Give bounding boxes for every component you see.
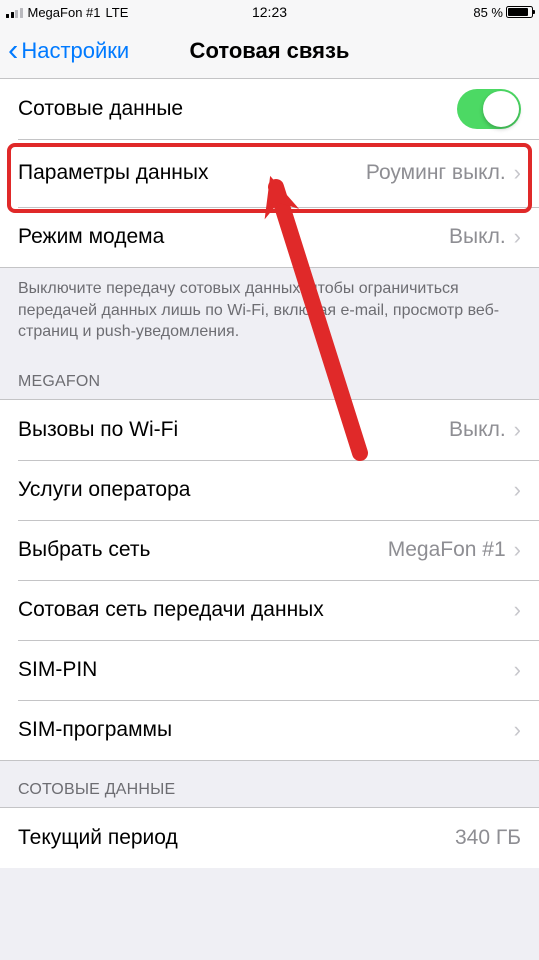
network-type: LTE xyxy=(106,5,129,20)
section-carrier: Вызовы по Wi-Fi Выкл. › Услуги оператора… xyxy=(0,399,539,761)
status-time: 12:23 xyxy=(252,4,287,20)
battery-icon xyxy=(506,6,533,18)
signal-bars-icon xyxy=(6,6,23,18)
hotspot-value: Выкл. xyxy=(449,225,506,249)
chevron-right-icon: › xyxy=(514,597,521,623)
battery-percentage: 85 % xyxy=(473,5,503,20)
chevron-right-icon: › xyxy=(514,224,521,250)
section-header-carrier: MEGAFON xyxy=(0,353,539,399)
sim-apps-label: SIM-программы xyxy=(18,718,172,742)
cellular-data-network-label: Сотовая сеть передачи данных xyxy=(18,598,324,622)
row-data-options[interactable]: Параметры данных Роуминг выкл. › xyxy=(0,139,539,207)
section-usage: Текущий период 340 ГБ xyxy=(0,807,539,868)
section-description: Выключите передачу сотовых данных, чтобы… xyxy=(0,268,539,353)
chevron-right-icon: › xyxy=(514,417,521,443)
network-select-value: MegaFon #1 xyxy=(388,538,506,562)
status-left: MegaFon #1 LTE xyxy=(6,5,128,20)
cellular-data-label: Сотовые данные xyxy=(18,97,183,121)
page-title: Сотовая связь xyxy=(190,38,350,64)
hotspot-label: Режим модема xyxy=(18,225,164,249)
data-options-label: Параметры данных xyxy=(18,161,209,185)
row-wifi-calling[interactable]: Вызовы по Wi-Fi Выкл. › xyxy=(0,400,539,460)
section-cellular: Сотовые данные Параметры данных Роуминг … xyxy=(0,79,539,268)
status-bar: MegaFon #1 LTE 12:23 85 % xyxy=(0,0,539,24)
cellular-data-toggle[interactable] xyxy=(457,89,521,129)
status-right: 85 % xyxy=(473,5,533,20)
carrier-name: MegaFon #1 xyxy=(28,5,101,20)
row-sim-pin[interactable]: SIM-PIN › xyxy=(0,640,539,700)
data-options-value: Роуминг выкл. xyxy=(366,161,506,185)
row-cellular-data-network[interactable]: Сотовая сеть передачи данных › xyxy=(0,580,539,640)
section-header-usage: СОТОВЫЕ ДАННЫЕ xyxy=(0,761,539,807)
back-label: Настройки xyxy=(21,38,129,64)
chevron-right-icon: › xyxy=(514,477,521,503)
chevron-right-icon: › xyxy=(514,717,521,743)
wifi-calling-label: Вызовы по Wi-Fi xyxy=(18,418,178,442)
row-personal-hotspot[interactable]: Режим модема Выкл. › xyxy=(0,207,539,267)
current-period-label: Текущий период xyxy=(18,826,178,850)
network-select-label: Выбрать сеть xyxy=(18,538,150,562)
row-sim-applications[interactable]: SIM-программы › xyxy=(0,700,539,760)
chevron-right-icon: › xyxy=(514,657,521,683)
row-network-selection[interactable]: Выбрать сеть MegaFon #1 › xyxy=(0,520,539,580)
back-button[interactable]: ‹ Настройки xyxy=(8,37,129,65)
chevron-right-icon: › xyxy=(514,537,521,563)
chevron-right-icon: › xyxy=(514,160,521,186)
sim-pin-label: SIM-PIN xyxy=(18,658,97,682)
carrier-services-label: Услуги оператора xyxy=(18,478,190,502)
nav-bar: ‹ Настройки Сотовая связь xyxy=(0,24,539,79)
row-carrier-services[interactable]: Услуги оператора › xyxy=(0,460,539,520)
current-period-value: 340 ГБ xyxy=(455,826,521,850)
row-cellular-data[interactable]: Сотовые данные xyxy=(0,79,539,139)
wifi-calling-value: Выкл. xyxy=(449,418,506,442)
row-current-period: Текущий период 340 ГБ xyxy=(0,808,539,868)
chevron-left-icon: ‹ xyxy=(8,34,18,65)
